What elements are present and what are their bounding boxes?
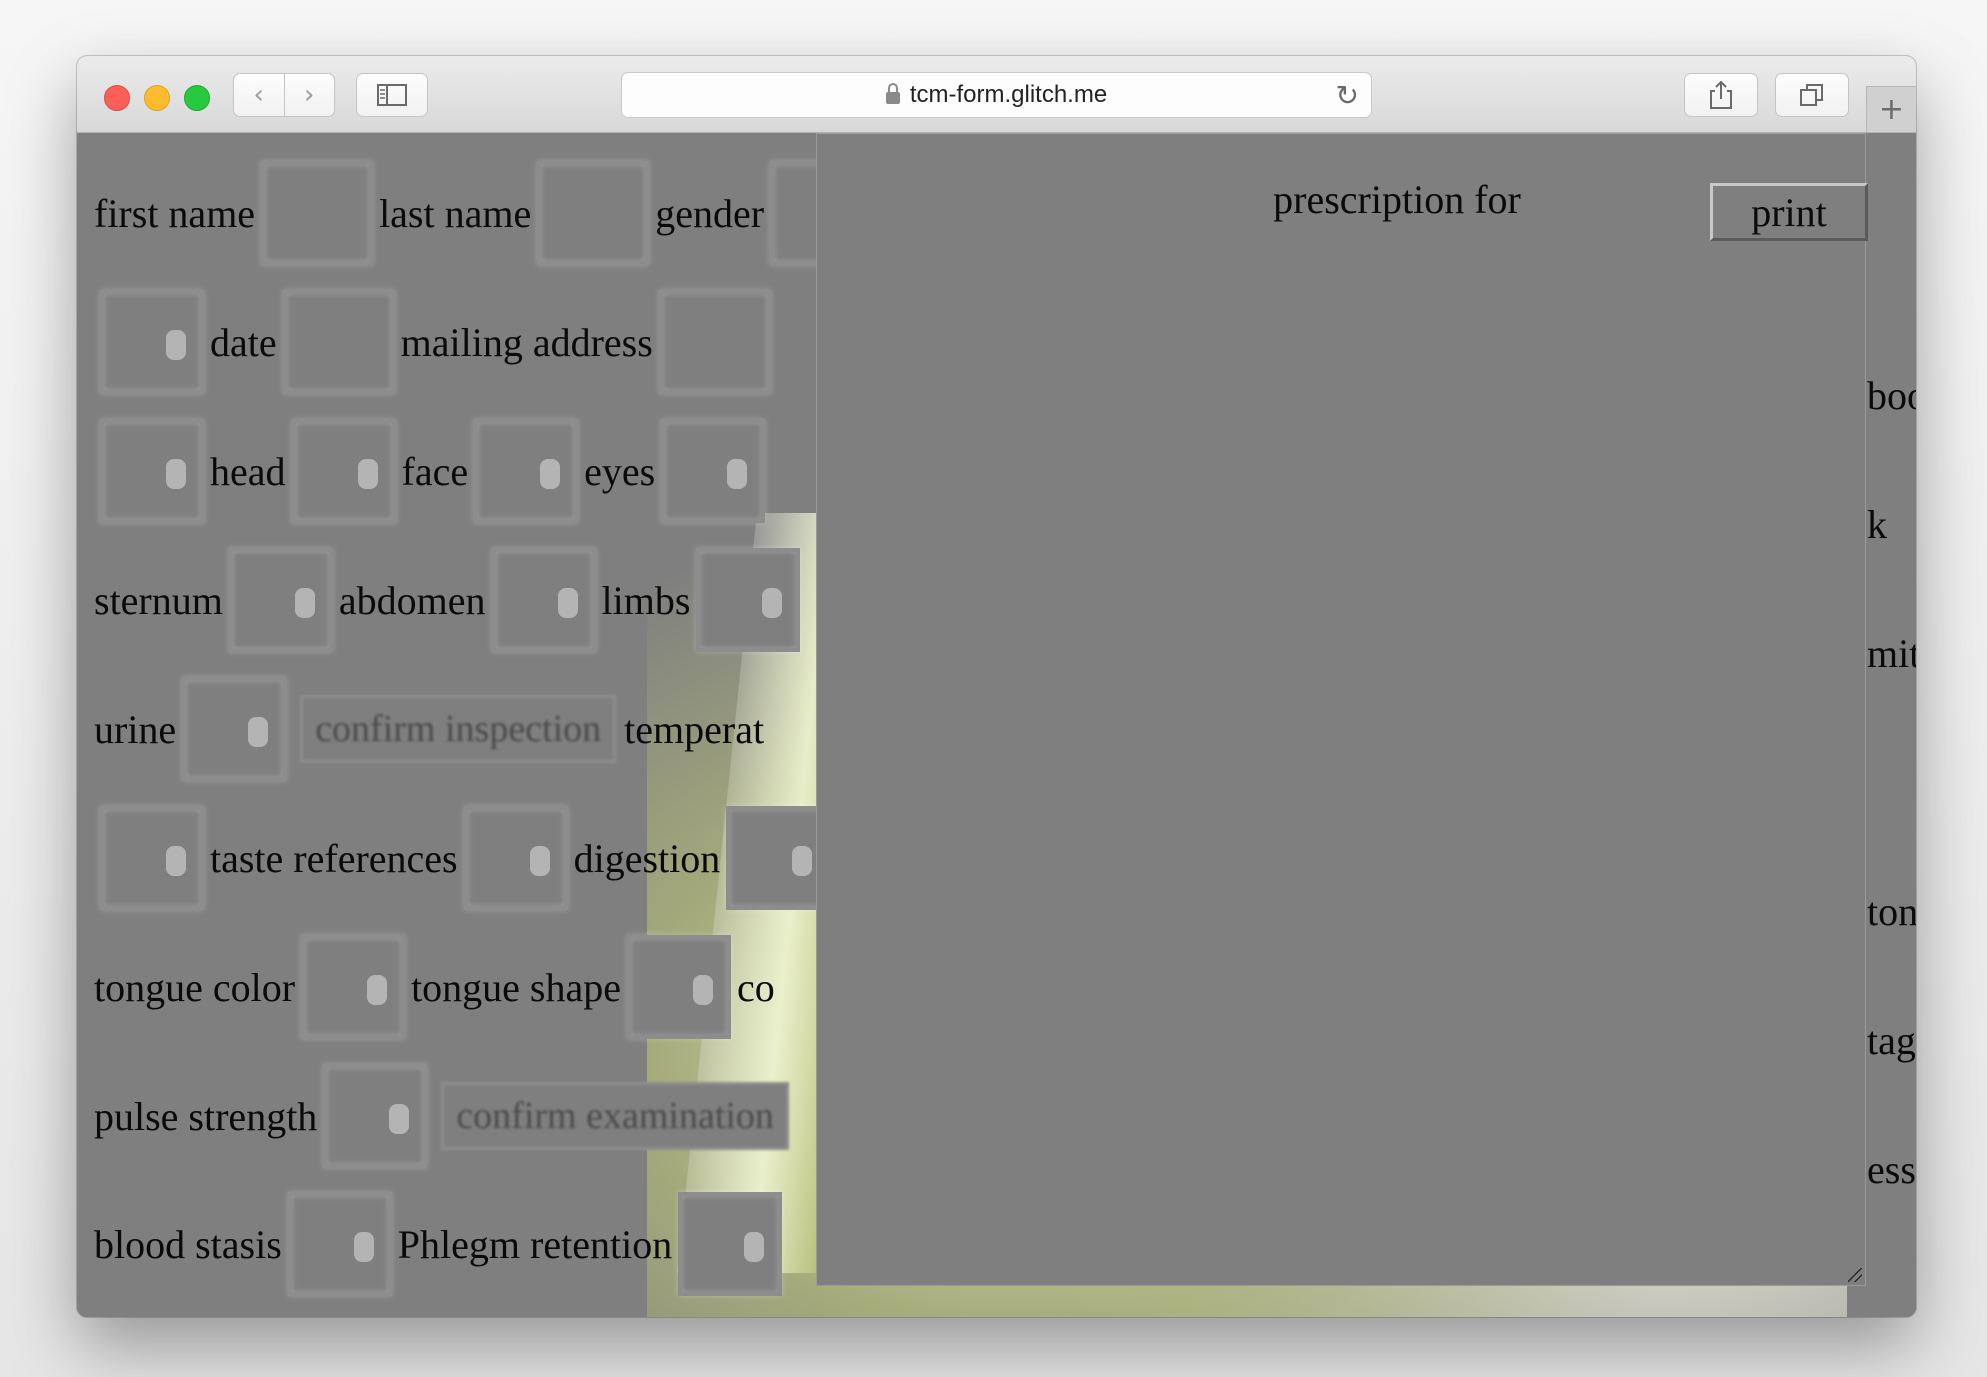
form-row-urine: urine confirm inspection temperat [94, 669, 764, 789]
tabs-overview-button[interactable] [1775, 73, 1849, 117]
label-edge-5: tag [1867, 1018, 1916, 1063]
temperature-select[interactable] [100, 806, 204, 910]
minimize-window-button[interactable] [144, 85, 170, 111]
taste-references-select[interactable] [463, 806, 568, 910]
digestion-select[interactable] [726, 806, 831, 910]
form-row-sternum: sternum abdomen limbs [94, 540, 806, 660]
last-name-input[interactable] [537, 161, 650, 265]
lock-icon [885, 83, 900, 104]
share-icon [1710, 80, 1732, 109]
label-digestion: digestion [573, 835, 721, 881]
limbs-select[interactable] [696, 548, 801, 652]
label-first-name: first name [94, 190, 256, 236]
label-temperature: temperat [624, 706, 765, 752]
label-last-name: last name [379, 190, 532, 236]
gender-value-select[interactable] [100, 290, 204, 394]
reload-icon[interactable]: ↻ [1336, 79, 1359, 112]
label-edge-1: boo [1867, 373, 1916, 418]
tongue-color-select[interactable] [301, 935, 406, 1039]
label-gender: gender [655, 190, 765, 236]
right-edge-labels: boo k mit ton tag ess [1867, 133, 1916, 1317]
chevron-left-icon[interactable]: ‹ [234, 74, 284, 116]
date-input[interactable] [282, 290, 395, 394]
print-button[interactable]: print [1710, 183, 1868, 241]
label-taste-references: taste references [210, 835, 458, 881]
body-select[interactable] [100, 419, 204, 523]
label-date: date [210, 319, 277, 365]
face-select[interactable] [474, 419, 579, 523]
form-row-blood: blood stasis Phlegm retention [94, 1184, 788, 1304]
address-bar[interactable]: tcm-form.glitch.me ↻ [621, 72, 1372, 118]
label-mailing-address: mailing address [400, 319, 653, 365]
form-row-pulse: pulse strength confirm examination [94, 1056, 797, 1176]
blood-stasis-select[interactable] [287, 1192, 392, 1296]
phlegm-retention-select[interactable] [678, 1192, 783, 1296]
label-abdomen: abdomen [338, 577, 486, 623]
label-limbs: limbs [601, 577, 691, 623]
browser-toolbar: ‹ › tcm-form.glitch.me ↻ + [77, 56, 1916, 133]
eyes-select[interactable] [661, 419, 766, 523]
confirm-inspection-button[interactable]: confirm inspection [300, 695, 617, 763]
label-edge-6: ess [1867, 1147, 1916, 1192]
share-button[interactable] [1684, 73, 1758, 117]
label-urine: urine [94, 706, 177, 752]
form-row-date: date mailing address [94, 282, 777, 402]
url-text: tcm-form.glitch.me [909, 81, 1108, 108]
resize-grip-icon[interactable] [1848, 1268, 1862, 1282]
sidebar-icon [377, 84, 407, 106]
label-head: head [210, 448, 286, 494]
abdomen-select[interactable] [491, 548, 596, 652]
plus-icon: + [1878, 92, 1905, 127]
sidebar-toggle-button[interactable] [356, 73, 428, 117]
label-tongue-shape: tongue shape [411, 964, 622, 1010]
new-tab-button[interactable]: + [1866, 86, 1916, 132]
mailing-address-input[interactable] [658, 290, 771, 394]
label-sternum: sternum [94, 577, 223, 623]
urine-select[interactable] [182, 677, 287, 781]
browser-window: ‹ › tcm-form.glitch.me ↻ + first name la… [77, 56, 1916, 1317]
form-row-taste: taste references digestion [94, 798, 836, 918]
form-row-tongue: tongue color tongue shape co [94, 927, 775, 1047]
label-pulse-strength: pulse strength [94, 1093, 318, 1139]
maximize-window-button[interactable] [184, 85, 210, 111]
nav-buttons: ‹ › [233, 73, 335, 117]
label-face: face [401, 448, 469, 494]
sternum-select[interactable] [228, 548, 333, 652]
tongue-shape-select[interactable] [627, 935, 732, 1039]
first-name-input[interactable] [261, 161, 374, 265]
head-select[interactable] [291, 419, 396, 523]
label-phlegm-retention: Phlegm retention [397, 1221, 673, 1267]
page-content: first name last name gender date mailing… [77, 133, 1916, 1317]
close-window-button[interactable] [104, 85, 130, 111]
label-edge-4: ton [1867, 889, 1916, 934]
pulse-strength-select[interactable] [323, 1064, 428, 1168]
confirm-examination-button[interactable]: confirm examination [441, 1082, 789, 1150]
label-co: co [737, 964, 775, 1010]
label-edge-2: k [1867, 502, 1887, 547]
form-row-name: first name last name gender [94, 153, 880, 273]
label-edge-3: mit [1867, 631, 1916, 676]
prescription-panel[interactable]: prescription for print [816, 133, 1868, 1286]
tabs-icon [1800, 84, 1823, 106]
label-tongue-color: tongue color [94, 964, 296, 1010]
chevron-right-icon[interactable]: › [283, 74, 335, 116]
form-row-head: head face eyes [94, 411, 771, 531]
label-blood-stasis: blood stasis [94, 1221, 282, 1267]
label-eyes: eyes [584, 448, 656, 494]
